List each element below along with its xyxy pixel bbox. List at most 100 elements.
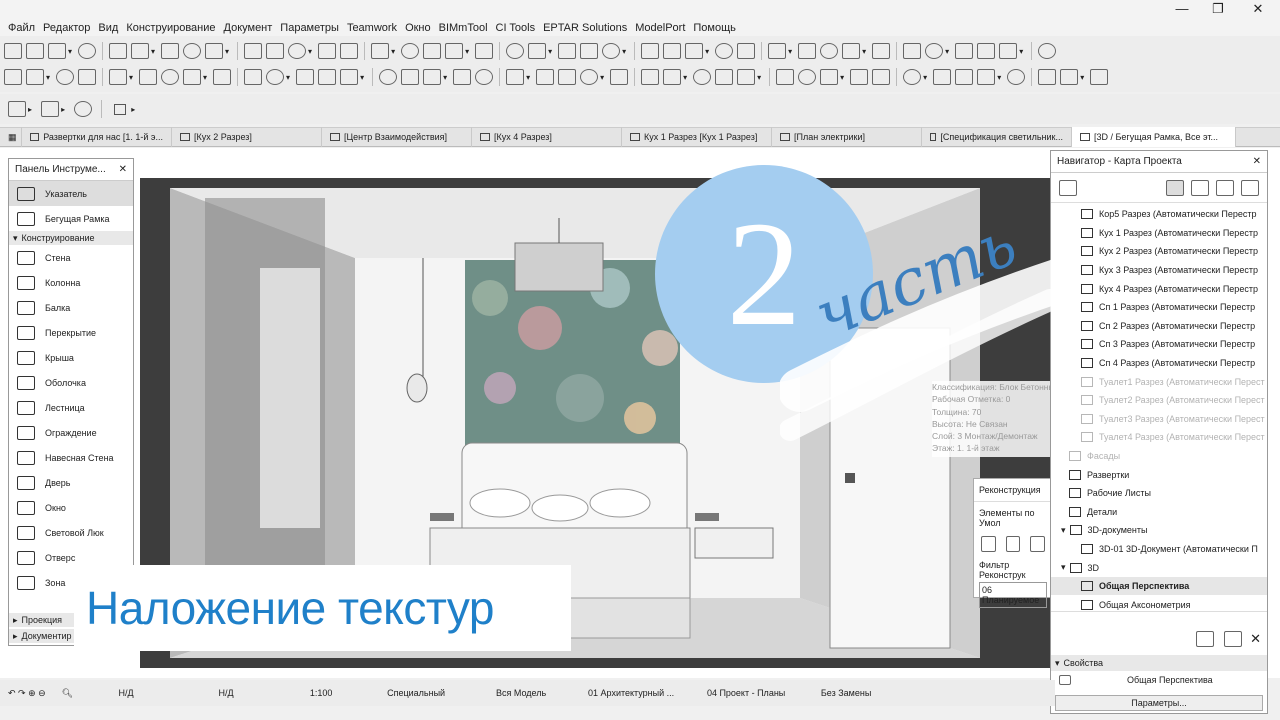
toolbar-tool-icon[interactable] (1038, 43, 1057, 59)
dimension-field[interactable]: Специальный (361, 688, 471, 698)
toolbar-tool-icon[interactable] (183, 43, 202, 59)
dropdown-caret-icon[interactable]: ▾ (997, 73, 1001, 82)
menu-item[interactable]: BIMmTool (435, 22, 492, 34)
view-tab[interactable]: [Спецификация светильник... (922, 127, 1072, 147)
toolbar-tool-icon[interactable] (78, 69, 97, 85)
pen-set-field[interactable]: 04 Проект - Планы (691, 688, 801, 698)
close-window-button[interactable]: ✕ (1246, 2, 1270, 16)
view-map-icon[interactable] (1190, 179, 1209, 196)
close-icon[interactable]: ✕ (1253, 156, 1261, 167)
navigator-item[interactable]: Фасады (1051, 447, 1267, 466)
tool-pointer[interactable]: Указатель (9, 181, 133, 206)
toolbar-tool-icon[interactable] (340, 69, 359, 85)
toolbar-tool-icon[interactable] (558, 43, 577, 59)
toolbar-tool-icon[interactable] (641, 69, 660, 85)
dropdown-caret-icon[interactable]: ▾ (225, 47, 229, 56)
view-tab[interactable]: Развертки для нас [1. 1-й э... (22, 127, 172, 147)
toolbar-tool-icon[interactable] (78, 43, 97, 59)
toolbar-tool-icon[interactable] (820, 43, 839, 59)
toolbar-tool-icon[interactable] (999, 43, 1018, 59)
navigator-item[interactable]: ▾ 3D-документы (1051, 521, 1267, 540)
hand-icon[interactable] (74, 101, 93, 117)
parameters-button[interactable]: Параметры... (1055, 695, 1263, 711)
toolbar-tool-icon[interactable] (453, 69, 472, 85)
toolbar-tool-icon[interactable] (475, 69, 494, 85)
dropdown-caret-icon[interactable]: ▾ (360, 73, 364, 82)
toolbar-tool-icon[interactable] (558, 69, 577, 85)
toolbar-tool-icon[interactable] (933, 69, 952, 85)
toolbar-tool-icon[interactable] (820, 69, 839, 85)
toolbar-tool-icon[interactable] (850, 69, 869, 85)
toolbar-tool-icon[interactable] (776, 69, 795, 85)
dropdown-caret-icon[interactable]: ▾ (526, 73, 530, 82)
menu-item[interactable]: Параметры (276, 22, 343, 34)
navigator-item[interactable]: Кух 1 Разрез (Автоматически Перестр (1051, 224, 1267, 243)
navigator-item[interactable]: Кор5 Разрез (Автоматически Перестр (1051, 205, 1267, 224)
toolbar-tool-icon[interactable] (641, 43, 660, 59)
toolbar-tool-icon[interactable] (872, 43, 891, 59)
toolbar-tool-icon[interactable] (161, 69, 180, 85)
toolbar-tool-icon[interactable] (266, 43, 285, 59)
toolbar-tool-icon[interactable] (737, 69, 756, 85)
nd-field-2[interactable]: Н/Д (171, 688, 281, 698)
dropdown-caret-icon[interactable]: ▾ (391, 47, 395, 56)
dropdown-caret-icon[interactable]: ▾ (46, 73, 50, 82)
menu-item[interactable]: Редактор (39, 22, 94, 34)
dropdown-caret-icon[interactable]: ▾ (840, 73, 844, 82)
maximize-button[interactable]: ❐ (1206, 2, 1230, 16)
toolbar-tool-icon[interactable] (4, 43, 22, 59)
toolbar-tool-icon[interactable] (371, 43, 390, 59)
toolbar-tool-icon[interactable] (580, 69, 599, 85)
tool-item[interactable]: Перекрытие (9, 320, 133, 345)
navigator-item[interactable]: Сп 2 Разрез (Автоматически Перестр (1051, 317, 1267, 336)
dropdown-caret-icon[interactable]: ▾ (1080, 73, 1084, 82)
menu-item[interactable]: Помощь (689, 22, 740, 34)
close-icon[interactable]: ✕ (119, 164, 127, 175)
toolbar-tool-icon[interactable] (161, 43, 180, 59)
toolbar-tool-icon[interactable] (506, 43, 525, 59)
tool-item[interactable]: Колонна (9, 270, 133, 295)
toolbar-tool-icon[interactable] (506, 69, 525, 85)
navigator-item[interactable]: Кух 4 Разрез (Автоматически Перестр (1051, 279, 1267, 298)
toolbar-tool-icon[interactable] (109, 69, 128, 85)
menu-item[interactable]: Документ (220, 22, 277, 34)
tool-item[interactable]: Навесная Стена (9, 445, 133, 470)
menu-item[interactable]: Конструирование (122, 22, 219, 34)
toolbar-tool-icon[interactable] (131, 43, 150, 59)
toolbar-tool-icon[interactable] (663, 69, 682, 85)
layer-combo-field[interactable]: 01 Архитектурный ... (571, 688, 691, 698)
navigator-item[interactable]: Туалет2 Разрез (Автоматически Перест (1051, 391, 1267, 410)
toolbar-tool-icon[interactable] (685, 43, 704, 59)
toolbar-tool-icon[interactable] (1007, 69, 1026, 85)
toolbar-tool-icon[interactable] (475, 43, 494, 59)
dropdown-caret-icon[interactable]: ▾ (757, 73, 761, 82)
toolbar-tool-icon[interactable] (536, 69, 555, 85)
model-view-field[interactable]: Вся Модель (471, 688, 571, 698)
zoom-icon[interactable]: 🔍︎ (54, 688, 81, 699)
navigator-item[interactable]: Рабочие Листы (1051, 484, 1267, 503)
toolbar-tool-icon[interactable] (903, 69, 922, 85)
toolbar-tool-icon[interactable] (798, 69, 817, 85)
toolbar-tool-icon[interactable] (379, 69, 398, 85)
filter-select[interactable]: 06 Планируемое (979, 582, 1047, 608)
navigator-item[interactable]: Сп 1 Разрез (Автоматически Перестр (1051, 298, 1267, 317)
dropdown-caret-icon[interactable]: ▾ (788, 47, 792, 56)
toolbar-tool-icon[interactable] (977, 43, 996, 59)
clone-icon[interactable] (1224, 631, 1243, 647)
toolbar-tool-icon[interactable] (340, 43, 359, 59)
dropdown-caret-icon[interactable]: ▾ (443, 73, 447, 82)
dropdown-caret-icon[interactable]: ▾ (129, 73, 133, 82)
dropdown-caret-icon[interactable]: ▾ (308, 47, 312, 56)
menu-item[interactable]: Вид (94, 22, 122, 34)
dropdown-caret-icon[interactable]: ▾ (68, 47, 72, 56)
view-tab[interactable]: [План электрики] (772, 127, 922, 147)
toolbar-tool-icon[interactable] (903, 43, 922, 59)
pointer-icon[interactable] (111, 101, 129, 117)
tool-item[interactable]: Крыша (9, 345, 133, 370)
view-tab[interactable]: [Центр Взаимодействия] (322, 127, 472, 147)
toolbar-tool-icon[interactable] (955, 69, 974, 85)
toolbar-tool-icon[interactable] (288, 43, 307, 59)
view-tab[interactable]: Кух 1 Разрез [Кух 1 Разрез] (622, 127, 772, 147)
tool-item[interactable]: Окно (9, 495, 133, 520)
undo-icon[interactable]: ↶ ↷ ⊕ ⊖ (0, 688, 54, 699)
